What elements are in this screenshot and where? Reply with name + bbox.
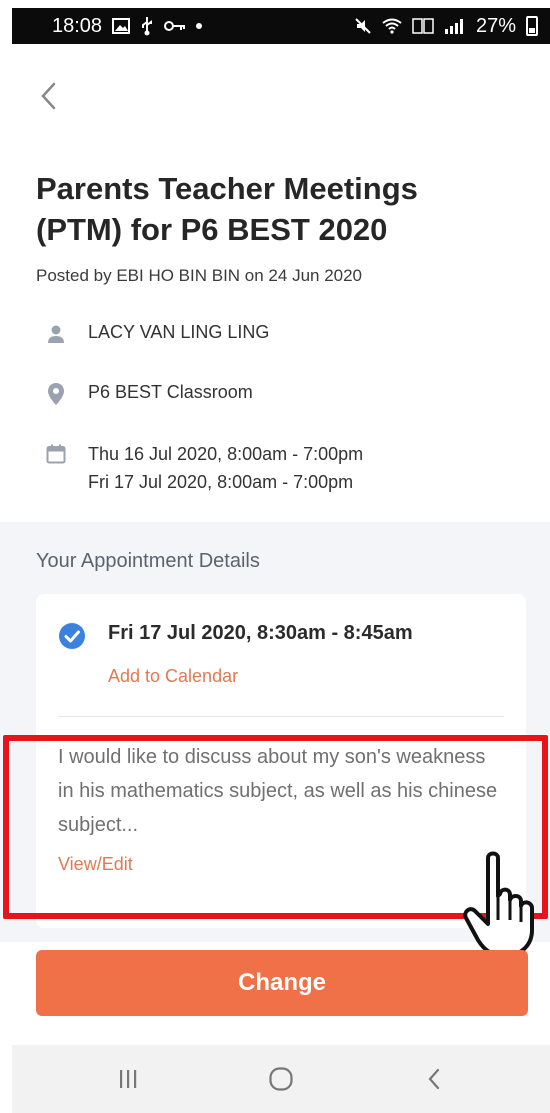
date-item: Thu 16 Jul 2020, 8:00am - 7:00pm bbox=[88, 444, 364, 464]
usb-icon bbox=[140, 16, 154, 36]
system-back-button[interactable] bbox=[404, 1049, 464, 1109]
add-to-calendar-link[interactable]: Add to Calendar bbox=[108, 666, 238, 687]
location-pin-icon bbox=[44, 382, 68, 406]
chevron-left-icon bbox=[428, 1068, 439, 1090]
status-bar: 18:08 27% bbox=[12, 8, 550, 44]
divider bbox=[58, 716, 504, 717]
appointment-heading: Your Appointment Details bbox=[36, 550, 260, 572]
teacher-row: LACY VAN LING LING bbox=[44, 322, 269, 346]
hand-pointer-icon bbox=[460, 850, 540, 960]
status-right: 27% bbox=[354, 15, 538, 38]
back-button[interactable] bbox=[30, 78, 66, 114]
system-nav-bar bbox=[12, 1045, 550, 1113]
mute-icon bbox=[354, 17, 372, 35]
volte-icon bbox=[412, 17, 434, 35]
change-button[interactable]: Change bbox=[36, 950, 528, 1016]
chevron-left-icon bbox=[41, 82, 56, 110]
recent-apps-button[interactable] bbox=[98, 1049, 158, 1109]
recents-icon bbox=[120, 1070, 137, 1088]
calendar-icon bbox=[44, 442, 68, 466]
person-icon bbox=[44, 322, 68, 346]
date-item: Fri 17 Jul 2020, 8:00am - 7:00pm bbox=[88, 472, 354, 492]
date-list: Thu 16 Jul 2020, 8:00am - 7:00pm Fri 17 … bbox=[88, 442, 363, 498]
dot-icon bbox=[196, 23, 203, 29]
teacher-name: LACY VAN LING LING bbox=[88, 322, 270, 342]
appointment-slot: Fri 17 Jul 2020, 8:30am - 8:45am bbox=[108, 622, 413, 644]
signal-icon bbox=[444, 18, 466, 34]
posted-by: Posted by EBI HO BIN BIN on 24 Jun 2020 bbox=[36, 266, 363, 285]
screen: 18:08 27% Parents Teacher Meetings (PTM)… bbox=[0, 0, 550, 1113]
status-time: 18:08 bbox=[52, 14, 103, 37]
key-icon bbox=[164, 20, 186, 32]
check-circle-icon bbox=[58, 622, 86, 650]
status-left: 18:08 bbox=[52, 14, 203, 38]
home-circle-icon bbox=[269, 1067, 293, 1091]
battery-percent: 27% bbox=[475, 14, 516, 37]
battery-icon bbox=[526, 16, 538, 36]
dates-row: Thu 16 Jul 2020, 8:00am - 7:00pm Fri 17 … bbox=[44, 442, 363, 498]
page-title: Parents Teacher Meetings (PTM) for P6 BE… bbox=[36, 171, 418, 247]
wifi-icon bbox=[382, 18, 402, 34]
gallery-icon bbox=[112, 18, 131, 34]
home-button[interactable] bbox=[251, 1049, 311, 1109]
location-row: P6 BEST Classroom bbox=[44, 382, 253, 406]
location-name: P6 BEST Classroom bbox=[88, 382, 253, 402]
